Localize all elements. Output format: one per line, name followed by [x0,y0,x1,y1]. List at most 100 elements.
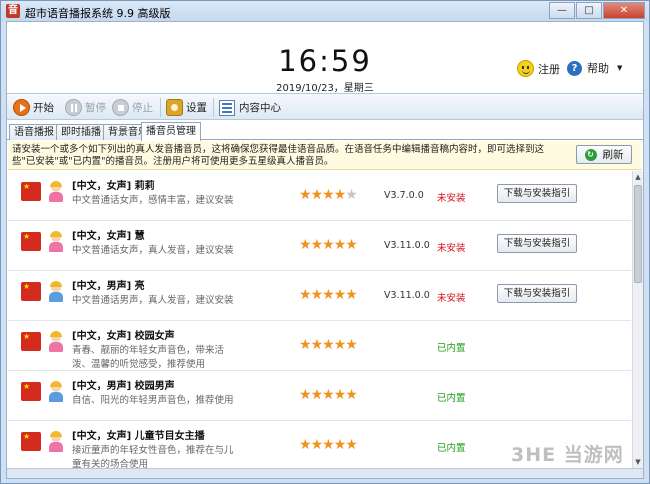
register-label: 注册 [538,62,560,76]
help-label: 帮助 [587,62,609,75]
star-icon: ★ [333,387,347,403]
star-icon: ★ [345,437,358,453]
scroll-up-icon[interactable]: ▲ [633,171,643,183]
female-avatar-icon [48,331,64,352]
announcer-row[interactable]: [中文，女声] 慧中文普通话女声，真人发音，建议安装★★★★★V3.11.0.0… [8,221,631,271]
rating-stars: ★★★★★ [299,337,358,353]
start-button[interactable]: 开始 [13,98,54,117]
star-icon: ★ [310,437,324,453]
china-flag-icon [21,332,41,351]
status-bar [7,468,643,478]
stop-button[interactable]: 停止 [112,98,153,117]
female-avatar-icon [48,231,64,252]
pause-button[interactable]: 暂停 [65,98,106,117]
female-avatar-icon [48,181,64,202]
download-install-guide-button[interactable]: 下载与安装指引 [497,234,577,253]
gear-icon [166,99,183,116]
male-avatar-icon [48,281,64,302]
settings-button[interactable]: 设置 [166,98,207,117]
announcer-name: [中文，女声] 慧 [72,231,145,242]
announcer-row[interactable]: [中文，女声] 校园女声青春、靓丽的年轻女声音色，带来活泼、温馨的听觉感受，推荐… [8,321,631,371]
female-avatar-icon [48,431,64,452]
announcer-description: 中文普通话男声，真人发音，建议安装 [72,295,234,306]
star-icon: ★ [310,237,324,253]
star-icon: ★ [333,287,347,303]
star-icon: ★ [322,437,335,453]
content-center-icon [219,99,235,116]
chevron-down-icon: ▼ [617,64,623,72]
refresh-label: 刷新 [602,149,624,161]
scroll-down-icon[interactable]: ▼ [633,456,643,468]
content-center-button[interactable]: 内容中心 [219,98,281,117]
minimize-button[interactable]: — [549,2,575,19]
help-menu[interactable]: ? 帮助 ▼ [567,60,622,76]
vertical-scrollbar[interactable]: ▲ ▼ [632,171,643,468]
china-flag-icon [21,282,41,301]
star-icon: ★ [345,187,358,203]
star-icon: ★ [322,237,335,253]
main-panel: 16:59 2019/10/23，星期三 注册 ? 帮助 ▼ 开始 暂停 停止 … [6,21,644,479]
announcer-description: 接近童声的年轻女性音色，推荐在与儿童有关的场合使用 [72,445,234,468]
announcer-version: V3.7.0.0 [384,190,424,201]
male-avatar-icon [48,381,64,402]
tab-instant-insert[interactable]: 即时插播 [56,124,106,140]
china-flag-icon [21,182,41,201]
refresh-button[interactable]: ↻ 刷新 [576,145,632,164]
settings-label: 设置 [186,102,207,114]
star-icon: ★ [322,387,335,403]
scroll-thumb[interactable] [634,185,642,283]
announcer-description: 青春、靓丽的年轻女声音色，带来活泼、温馨的听觉感受，推荐使用 [72,345,225,370]
star-icon: ★ [345,387,358,403]
register-link[interactable]: 注册 [517,60,560,77]
rating-stars: ★★★★★ [299,287,358,303]
window-controls: — □ ✕ [548,2,645,19]
install-status: 未安装 [437,193,466,204]
rating-stars: ★★★★★ [299,237,358,253]
star-icon: ★ [333,237,347,253]
help-icon: ? [567,60,582,76]
download-install-guide-button[interactable]: 下载与安装指引 [497,284,577,303]
close-button[interactable]: ✕ [603,2,645,19]
star-icon: ★ [345,237,358,253]
stop-label: 停止 [132,102,153,114]
install-status: 已内置 [437,343,466,354]
star-icon: ★ [310,287,324,303]
announcer-name: [中文，女声] 莉莉 [72,181,155,192]
star-icon: ★ [299,337,312,353]
toolbar-divider [160,98,161,117]
clock-header: 16:59 2019/10/23，星期三 注册 ? 帮助 ▼ [7,22,643,94]
download-install-guide-button[interactable]: 下载与安装指引 [497,184,577,203]
star-icon: ★ [299,387,312,403]
stop-icon [112,99,129,116]
start-label: 开始 [33,102,54,114]
star-icon: ★ [299,437,312,453]
star-icon: ★ [333,437,347,453]
rating-stars: ★★★★★ [299,437,358,453]
announcer-row[interactable]: [中文，男声] 校园男声自信、阳光的年轻男声音色，推荐使用★★★★★已内置 [8,371,631,421]
announcer-version: V3.11.0.0 [384,240,430,251]
toolbar-divider [213,98,214,117]
announcer-name: [中文，女声] 校园女声 [72,331,175,342]
announcer-row[interactable]: [中文，男声] 亮中文普通话男声，真人发音，建议安装★★★★★V3.11.0.0… [8,271,631,321]
star-icon: ★ [299,187,312,203]
title-bar[interactable]: 音 超市语音播报系统 9.9 高级版 — □ ✕ [1,1,649,21]
maximize-button[interactable]: □ [576,2,602,19]
star-icon: ★ [299,237,312,253]
announcer-row[interactable]: [中文，女声] 莉莉中文普通话女声，感情丰富，建议安装★★★★★V3.7.0.0… [8,171,631,221]
app-icon: 音 [6,4,20,18]
star-icon: ★ [322,187,335,203]
announcer-name: [中文，女声] 儿童节目女主播 [72,431,205,442]
china-flag-icon [21,232,41,251]
clock-date: 2019/10/23，星期三 [276,83,374,94]
tab-bar: 语音播报 即时插播 背景音乐 播音员管理 [7,122,643,141]
tab-announcer-management[interactable]: 播音员管理 [141,122,201,141]
announcer-version: V3.11.0.0 [384,290,430,301]
play-icon [13,99,30,116]
install-status: 未安装 [437,243,466,254]
announcer-description: 自信、阳光的年轻男声音色，推荐使用 [72,395,234,406]
install-status: 已内置 [437,393,466,404]
watermark-text: 3HE 当游网 [511,444,624,466]
tab-voice-broadcast[interactable]: 语音播报 [9,124,59,140]
announcer-description: 中文普通话女声，感情丰富，建议安装 [72,195,234,206]
pause-icon [65,99,82,116]
